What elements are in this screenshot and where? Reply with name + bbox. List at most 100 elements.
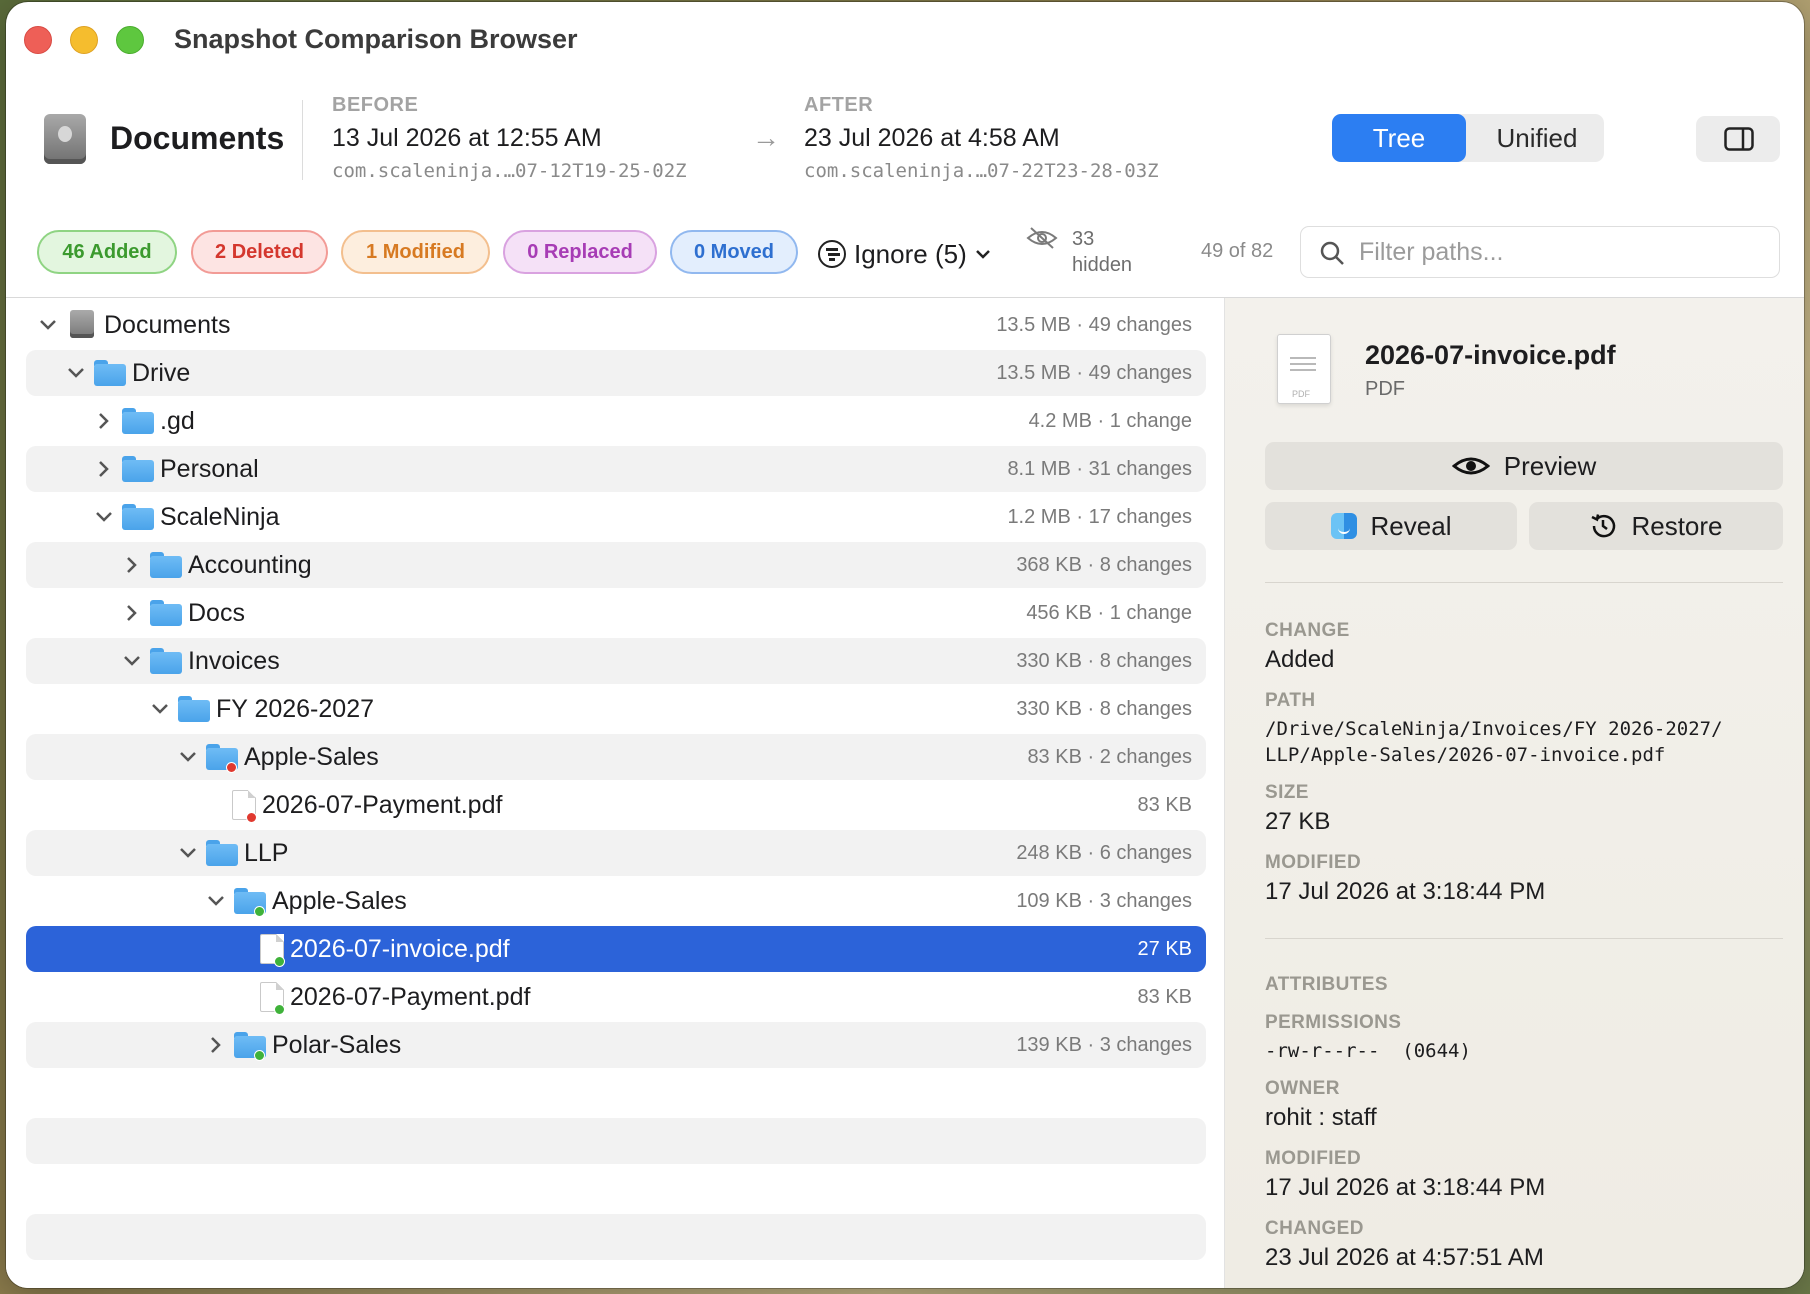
- tree-folder-row[interactable]: LLP 248 KB · 6 changes: [26, 830, 1206, 876]
- owner-value: rohit : staff: [1265, 1104, 1377, 1131]
- pdf-file-icon: [260, 982, 285, 1015]
- tree-item-name: LLP: [244, 839, 289, 867]
- tree-item-name: Apple-Sales: [244, 743, 379, 771]
- unified-view-button[interactable]: Unified: [1470, 114, 1604, 162]
- folder-icon: [206, 840, 238, 866]
- eye-icon: [1451, 457, 1490, 475]
- detail-file-name: 2026-07-invoice.pdf: [1365, 340, 1616, 370]
- deleted-filter-pill[interactable]: 2 Deleted: [191, 230, 328, 274]
- chevron-down-icon: [975, 250, 990, 259]
- tree-item-meta: 83 KB: [1137, 794, 1192, 816]
- chevron-right-icon[interactable]: [120, 601, 144, 625]
- tree-empty-row: [26, 1214, 1206, 1260]
- permissions-value: -rw-r--r-- (0644): [1265, 1040, 1471, 1062]
- tree-item-name: Invoices: [188, 647, 280, 675]
- tree-folder-row[interactable]: ScaleNinja 1.2 MB · 17 changes: [26, 494, 1206, 540]
- ignore-menu-button[interactable]: Ignore (5): [818, 236, 991, 272]
- tree-item-name: Apple-Sales: [272, 887, 407, 915]
- moved-filter-pill[interactable]: 0 Moved: [670, 230, 798, 274]
- chevron-right-icon[interactable]: [204, 1033, 228, 1057]
- tree-folder-row[interactable]: Accounting 368 KB · 8 changes: [26, 542, 1206, 588]
- chevron-down-icon[interactable]: [120, 649, 144, 673]
- folder-icon: [206, 744, 238, 773]
- ignore-label: Ignore (5): [854, 238, 967, 269]
- tree-item-meta: 368 KB · 8 changes: [1016, 554, 1192, 576]
- restore-button[interactable]: Restore: [1529, 502, 1783, 550]
- tree-file-row[interactable]: 2026-07-Payment.pdf 83 KB: [26, 974, 1206, 1020]
- tree-folder-row[interactable]: Drive 13.5 MB · 49 changes: [26, 350, 1206, 396]
- tree-item-meta: 456 KB · 1 change: [1026, 602, 1192, 624]
- zoom-window-button[interactable]: [116, 26, 144, 54]
- chevron-right-icon[interactable]: [92, 409, 116, 433]
- file-tree: Documents 13.5 MB · 49 changes Drive 13.5 M…: [6, 298, 1224, 1288]
- chevron-right-icon[interactable]: [120, 553, 144, 577]
- sidebar-toggle-button[interactable]: [1696, 116, 1780, 162]
- tree-folder-row[interactable]: Apple-Sales 83 KB · 2 changes: [26, 734, 1206, 780]
- tree-item-name: 2026-07-invoice.pdf: [290, 935, 510, 963]
- chevron-down-icon[interactable]: [204, 889, 228, 913]
- reveal-button[interactable]: Reveal: [1265, 502, 1517, 550]
- added-filter-pill[interactable]: 46 Added: [37, 230, 177, 274]
- tree-folder-row[interactable]: Documents 13.5 MB · 49 changes: [26, 302, 1206, 348]
- folder-icon: [150, 600, 182, 626]
- tree-folder-row[interactable]: Apple-Sales 109 KB · 3 changes: [26, 878, 1206, 924]
- tree-item-meta: 4.2 MB · 1 change: [1028, 410, 1192, 432]
- sidebar-icon: [1724, 127, 1754, 151]
- tree-file-row[interactable]: 2026-07-invoice.pdf 27 KB: [26, 926, 1206, 972]
- chevron-down-icon[interactable]: [36, 313, 60, 337]
- added-status-dot: [274, 1004, 285, 1015]
- before-label: BEFORE: [332, 94, 419, 116]
- tree-item-name: Drive: [132, 359, 191, 387]
- tree-folder-row[interactable]: Docs 456 KB · 1 change: [26, 590, 1206, 636]
- chevron-right-icon[interactable]: [92, 457, 116, 481]
- size-label: SIZE: [1265, 782, 1309, 803]
- chevron-down-icon[interactable]: [176, 841, 200, 865]
- path-value-line-1: /Drive/ScaleNinja/Invoices/FY 2026-2027/: [1265, 718, 1723, 740]
- pdf-file-icon: PDF: [1277, 334, 1331, 404]
- owner-label: OWNER: [1265, 1078, 1340, 1099]
- details-divider: [1265, 582, 1783, 583]
- filter-paths-input[interactable]: [1359, 235, 1759, 269]
- tree-item-name: Accounting: [188, 551, 312, 579]
- arrow-right-icon: →: [752, 122, 780, 153]
- chevron-down-icon[interactable]: [176, 745, 200, 769]
- chevron-down-icon[interactable]: [92, 505, 116, 529]
- replaced-filter-pill[interactable]: 0 Replaced: [503, 230, 657, 274]
- folder-icon: [122, 504, 154, 530]
- shown-count: 49 of 82: [1201, 240, 1274, 262]
- tree-item-name: 2026-07-Payment.pdf: [262, 791, 503, 819]
- modified-filter-pill[interactable]: 1 Modified: [341, 230, 490, 274]
- minimize-window-button[interactable]: [70, 26, 98, 54]
- after-snapshot-id: com.scaleninja.…07-22T23-28-03Z: [804, 160, 1159, 182]
- folder-icon: [150, 648, 182, 674]
- modified-attr-label: MODIFIED: [1265, 1148, 1362, 1169]
- pdf-icon-tag: PDF: [1292, 389, 1310, 399]
- folder-icon: [122, 456, 154, 482]
- folder-icon: [234, 888, 266, 917]
- tree-item-meta: 1.2 MB · 17 changes: [1007, 506, 1192, 528]
- chevron-down-icon[interactable]: [148, 697, 172, 721]
- before-snapshot-id: com.scaleninja.…07-12T19-25-02Z: [332, 160, 687, 182]
- reveal-label: Reveal: [1370, 510, 1452, 541]
- chevron-down-icon[interactable]: [64, 361, 88, 385]
- header-divider: [302, 100, 303, 180]
- preview-button[interactable]: Preview: [1265, 442, 1783, 490]
- close-window-button[interactable]: [24, 26, 52, 54]
- tree-item-meta: 27 KB: [1137, 938, 1192, 960]
- volume-title: Documents: [110, 120, 285, 156]
- tree-folder-row[interactable]: Invoices 330 KB · 8 changes: [26, 638, 1206, 684]
- tree-folder-row[interactable]: Personal 8.1 MB · 31 changes: [26, 446, 1206, 492]
- tree-view-button[interactable]: Tree: [1332, 114, 1466, 162]
- tree-folder-row[interactable]: FY 2026-2027 330 KB · 8 changes: [26, 686, 1206, 732]
- tree-file-row[interactable]: 2026-07-Payment.pdf 83 KB: [26, 782, 1206, 828]
- tree-folder-row[interactable]: Polar-Sales 139 KB · 3 changes: [26, 1022, 1206, 1068]
- drive-icon: [70, 310, 94, 338]
- filter-paths-field[interactable]: [1300, 226, 1780, 278]
- detail-file-type: PDF: [1365, 378, 1405, 400]
- hidden-count-label: hidden: [1072, 254, 1133, 276]
- added-status-dot: [254, 906, 265, 917]
- tree-folder-row[interactable]: .gd 4.2 MB · 1 change: [26, 398, 1206, 444]
- folder-icon: [122, 408, 154, 434]
- tree-item-meta: 139 KB · 3 changes: [1016, 1034, 1192, 1056]
- tree-item-meta: 109 KB · 3 changes: [1016, 890, 1192, 912]
